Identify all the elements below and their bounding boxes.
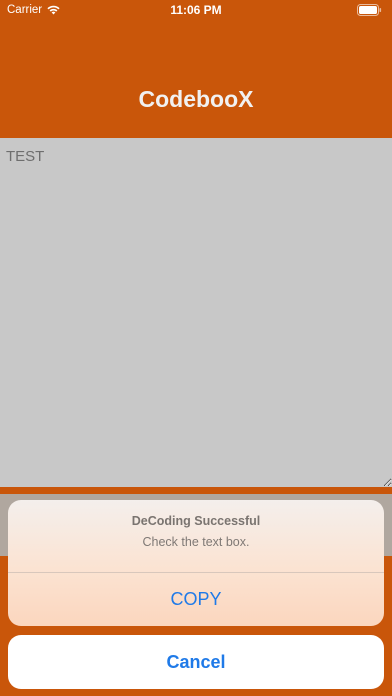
text-box[interactable] [0, 138, 392, 487]
action-sheet-message: Check the text box. [142, 535, 250, 549]
action-sheet: DeCoding Successful Check the text box. … [8, 500, 384, 626]
action-sheet-header: DeCoding Successful Check the text box. [8, 500, 384, 573]
copy-button[interactable]: COPY [8, 573, 384, 626]
cancel-button[interactable]: Cancel [8, 635, 384, 689]
battery-icon [357, 4, 382, 16]
clock: 11:06 PM [170, 3, 222, 17]
status-bar: Carrier 11:06 PM [0, 0, 392, 22]
page-title: CodebooX [138, 86, 254, 112]
action-sheet-title: DeCoding Successful [131, 514, 261, 528]
